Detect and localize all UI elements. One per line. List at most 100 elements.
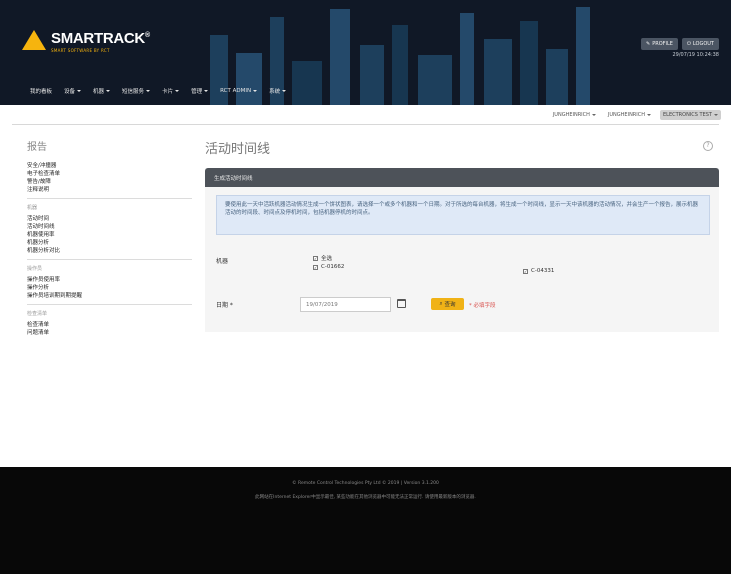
sidebar-link[interactable]: 注释说明 [27, 186, 197, 194]
sidebar-link[interactable]: 机器使用率 [27, 231, 197, 239]
sidebar-link[interactable]: 警告/故障 [27, 178, 197, 186]
nav-item-label: 系统 [269, 89, 281, 95]
sidebar-divider [27, 259, 192, 260]
sidebar-link[interactable]: 操作分析 [27, 284, 197, 292]
sidebar-link[interactable]: 机器分析 [27, 239, 197, 247]
context-dropdown-label: JUNGHEINRICH [552, 112, 590, 118]
pencil-icon: ✎ [646, 41, 651, 47]
logo-name: SMARTRACK® [51, 30, 150, 47]
info-alert: 要使用此一天中活跃机器活动情况生成一个饼状图表，请选择一个或多个机器和一个日期。… [216, 195, 710, 235]
search-button[interactable]: ⌕ 查询 [431, 298, 464, 310]
sidebar-group-heading: 检查清单 [27, 311, 48, 317]
chevron-down-icon [647, 114, 652, 116]
header-datetime: 29/07/19 10:24:38 [672, 52, 719, 58]
nav-item-label: 卡片 [162, 89, 174, 95]
sidebar-link[interactable]: 操作员使用率 [27, 276, 197, 284]
footer-browser-note: 此网站在Internet Explorer中显示最佳, 某些功能在其他浏览器中可… [255, 495, 476, 500]
nav-item-label: RCT ADMIN [220, 88, 252, 94]
context-dropdown[interactable]: ELECTRONICS TEST [660, 110, 721, 120]
chevron-down-icon [106, 90, 111, 92]
nav-item[interactable]: 卡片 [162, 87, 180, 95]
chevron-down-icon [77, 90, 82, 92]
context-dropdown-label: ELECTRONICS TEST [663, 112, 712, 118]
sidebar-link[interactable]: 活动时间线 [27, 223, 197, 231]
nav-item[interactable]: 我的看板 [30, 87, 52, 95]
required-note: * 必填字段 [469, 303, 496, 309]
logo-triangle-icon [22, 30, 46, 50]
main-nav: 我的看板 设备 机器 短信服务 卡片 管理 RCT ADMIN 系统 [30, 87, 287, 95]
context-dropdown[interactable]: JUNGHEINRICH [605, 110, 654, 120]
header-bg-bar [576, 7, 590, 105]
power-icon: ⏻ [686, 41, 691, 47]
checkbox-box: ✓ [523, 268, 528, 274]
chevron-down-icon [591, 114, 596, 116]
logo[interactable]: SMARTRACK® SMART SOFTWARE BY RCT [22, 28, 150, 53]
sidebar-link[interactable]: 活动时间 [27, 215, 197, 223]
sidebar-group-heading: 机器 [27, 205, 38, 211]
header-bg-bar [330, 9, 350, 105]
sidebar-group-heading: 操作员 [27, 266, 43, 272]
app-header: SMARTRACK® SMART SOFTWARE BY RCT ✎ PROFIL… [0, 0, 731, 105]
page-title: 活动时间线 [205, 142, 271, 157]
checkbox-box: ✓ [313, 255, 318, 261]
header-buttons: ✎ PROFILE ⏻ LOGOUT [641, 38, 719, 50]
chevron-down-icon [146, 90, 151, 92]
date-input[interactable]: 19/07/2019 [300, 297, 391, 312]
checkbox-box: ✓ [313, 264, 318, 270]
sidebar-link[interactable]: 安全/冲撞器 [27, 162, 197, 170]
sidebar-link[interactable]: 机器分析对比 [27, 247, 197, 255]
nav-item-label: 我的看板 [30, 89, 53, 95]
nav-item-label: 短信服务 [122, 89, 145, 95]
divider [12, 124, 719, 125]
sidebar-link[interactable]: 问题清单 [27, 329, 197, 337]
header-bg-bar [520, 21, 538, 105]
header-bg-bar [418, 55, 452, 105]
context-dropdown[interactable]: JUNGHEINRICH [550, 110, 599, 120]
machine-checkbox[interactable]: ✓ C-04331 [523, 268, 554, 274]
sidebar-divider [27, 304, 192, 305]
header-bg-bar [392, 25, 408, 105]
logo-tagline: SMART SOFTWARE BY RCT [51, 48, 110, 53]
sidebar-link[interactable]: 操作员培训期到期提醒 [27, 292, 197, 300]
footer-copyright: © Remote Control Technologies Pty Ltd © … [292, 481, 439, 486]
chevron-down-icon [175, 90, 180, 92]
nav-item[interactable]: 设备 [64, 87, 82, 95]
nav-item[interactable]: 短信服务 [122, 87, 151, 95]
nav-item[interactable]: 机器 [93, 87, 111, 95]
nav-item[interactable]: 管理 [191, 87, 209, 95]
calendar-icon[interactable] [397, 299, 406, 308]
panel-header: 生成活动时间线 [205, 168, 719, 187]
context-dropdown-label: JUNGHEINRICH [607, 112, 646, 118]
nav-item[interactable]: RCT ADMIN [220, 87, 258, 95]
machine-label: 机器 [216, 258, 229, 265]
sidebar-divider [27, 198, 192, 199]
header-bg-bar [292, 61, 322, 105]
page-footer: © Remote Control Technologies Pty Ltd © … [0, 467, 731, 574]
profile-button[interactable]: ✎ PROFILE [641, 38, 678, 50]
sidebar-link[interactable]: 电子检查清单 [27, 170, 197, 178]
sidebar-title: 报告 [27, 142, 47, 153]
nav-item-label: 设备 [64, 89, 76, 95]
context-selector: JUNGHEINRICH JUNGHEINRICH ELECTRONICS TEST [550, 110, 721, 120]
chevron-down-icon [253, 90, 258, 92]
header-bg-bar [546, 49, 568, 105]
nav-item-label: 机器 [93, 89, 105, 95]
machine-checkbox[interactable]: ✓ C-01662 [313, 264, 344, 270]
nav-item[interactable]: 系统 [269, 87, 287, 95]
sidebar: 报告 安全/冲撞器 电子检查清单 警告/故障 注释说明机器活动时间 活动时间线 机器使用率… [27, 138, 197, 337]
chevron-down-icon [204, 90, 209, 92]
header-bg-bar [484, 39, 512, 105]
chevron-down-icon [714, 114, 718, 116]
sidebar-link[interactable]: 检查清单 [27, 321, 197, 329]
nav-item-label: 管理 [191, 89, 203, 95]
search-icon: ⌕ [439, 300, 443, 307]
chevron-down-icon [282, 90, 287, 92]
logout-button[interactable]: ⏻ LOGOUT [681, 38, 719, 50]
help-icon[interactable]: ? [703, 141, 713, 151]
header-bg-bar [236, 53, 262, 105]
report-panel: 生成活动时间线 要使用此一天中活跃机器活动情况生成一个饼状图表，请选择一个或多个… [205, 168, 719, 332]
select-all-checkbox[interactable]: ✓ 全选 [313, 254, 332, 262]
date-label: 日期 * [216, 302, 233, 309]
header-bg-bar [460, 13, 474, 105]
header-bg-bar [360, 45, 384, 105]
